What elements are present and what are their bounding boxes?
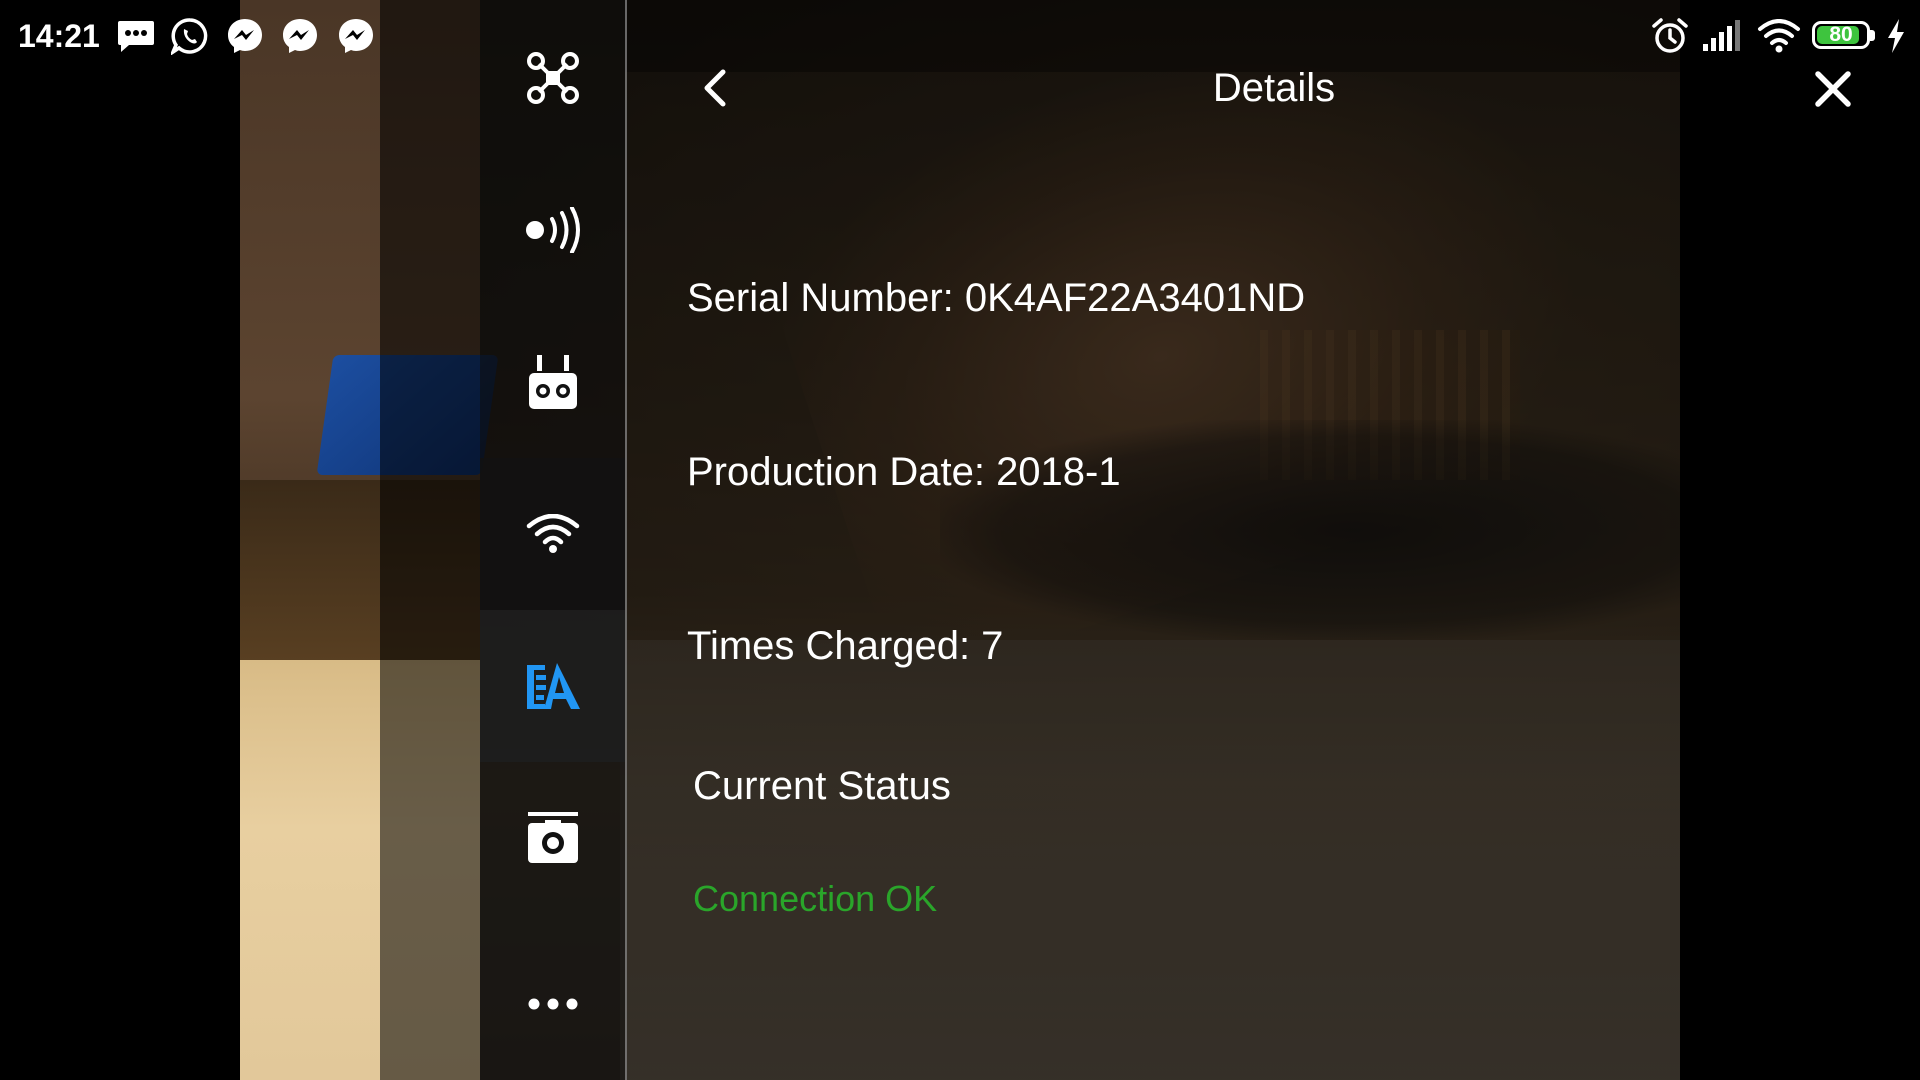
- times-charged-text: Times Charged: 7: [687, 624, 1004, 668]
- clock: 14:21: [18, 18, 100, 54]
- wifi-icon: [526, 514, 579, 553]
- wifi-icon: [1756, 14, 1802, 58]
- serial-number-text: Serial Number: 0K4AF22A3401ND: [687, 276, 1306, 320]
- sidebar-item-signal[interactable]: [480, 154, 625, 306]
- battery-level-text: 80: [1829, 23, 1853, 46]
- sidebar-item-camera[interactable]: [480, 762, 625, 914]
- more-icon: [528, 998, 577, 1010]
- chevron-left-icon: [704, 69, 726, 107]
- letterbox-left: [0, 0, 240, 1080]
- production-date-text: Production Date: 2018-1: [687, 450, 1121, 494]
- messenger-icon: [225, 16, 265, 56]
- battery-cap: [1870, 30, 1875, 41]
- messenger-icon: [280, 16, 320, 56]
- messenger-icon: [336, 16, 376, 56]
- sidebar-item-wifi[interactable]: [480, 458, 625, 610]
- app-screen: Details Serial Number: 0K4AF22A3401ND Pr…: [0, 0, 1920, 1080]
- letterbox-right: [1680, 0, 1920, 1080]
- camera-icon: [527, 812, 578, 863]
- signal-strength-icon: [525, 207, 580, 253]
- settings-sidebar: [480, 0, 627, 1080]
- close-icon: [1815, 71, 1851, 107]
- sidebar-item-more[interactable]: [480, 928, 625, 1080]
- battery-icon: [526, 663, 580, 709]
- battery-indicator: 80: [1812, 18, 1878, 54]
- sidebar-item-battery[interactable]: [480, 610, 625, 762]
- cell-signal-icon: [1700, 14, 1744, 58]
- sidebar-item-remote-controller[interactable]: [480, 306, 625, 458]
- whatsapp-icon: [170, 16, 210, 56]
- remote-controller-icon: [528, 355, 577, 409]
- alarm-icon: [1650, 14, 1690, 58]
- connection-status-text: Connection OK: [693, 878, 938, 919]
- charging-icon: [1884, 14, 1908, 58]
- current-status-title: Current Status: [693, 764, 951, 808]
- message-icon: [116, 16, 156, 56]
- system-status-bar: 14:21 80: [0, 0, 1920, 72]
